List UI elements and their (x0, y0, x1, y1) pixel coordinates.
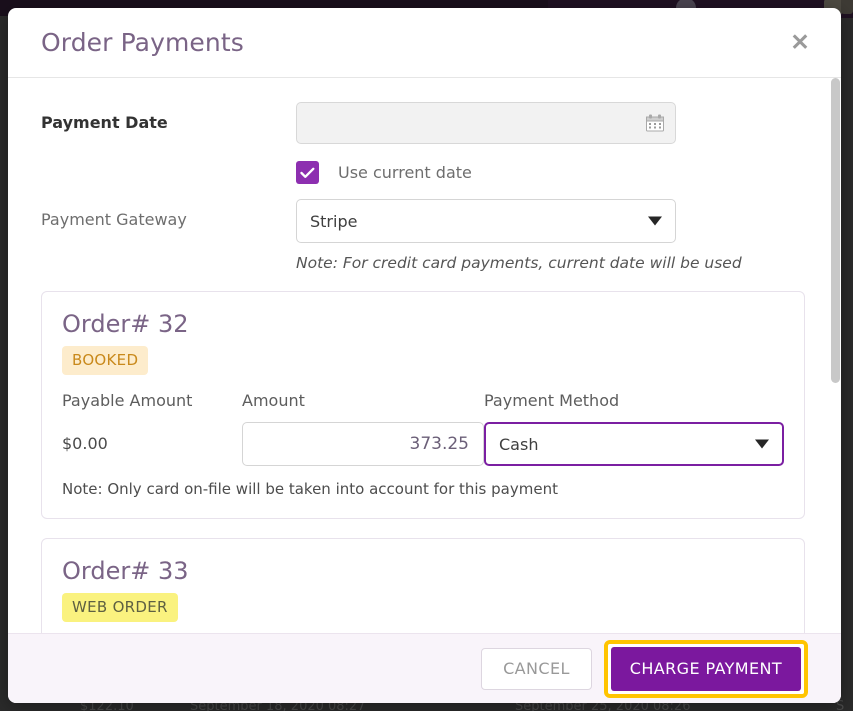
use-current-date-row: Use current date (296, 161, 676, 184)
payment-date-control: Use current date (296, 102, 676, 199)
order-card: Order# 32 BOOKED Payable Amount $0.00 Am… (41, 291, 805, 519)
charge-payment-button[interactable]: CHARGE PAYMENT (610, 646, 801, 691)
amount-column: Amount 373.25 (242, 391, 484, 466)
use-current-date-checkbox[interactable] (296, 161, 319, 184)
payment-gateway-label: Payment Gateway (41, 210, 187, 229)
order-card: Order# 33 WEB ORDER (41, 538, 805, 633)
order-payments-modal: Order Payments ✕ Payment Date Use curren… (8, 8, 841, 703)
payment-gateway-select[interactable]: Stripe (296, 199, 676, 243)
amount-value: 373.25 (409, 434, 469, 454)
use-current-date-label: Use current date (338, 163, 472, 182)
payment-date-row: Payment Date Use current date (41, 102, 805, 199)
chevron-down-icon (648, 216, 662, 226)
modal-header: Order Payments ✕ (8, 8, 841, 78)
modal-body: Payment Date Use current date Payment Ga… (8, 78, 841, 633)
status-badge: WEB ORDER (62, 593, 178, 622)
modal-body-scrollbar[interactable] (830, 78, 841, 633)
calendar-icon[interactable] (646, 114, 664, 132)
charge-payment-highlight: CHARGE PAYMENT (603, 639, 808, 698)
order-title: Order# 33 (62, 557, 189, 585)
modal-footer: CANCEL CHARGE PAYMENT (8, 633, 841, 703)
payment-method-label: Payment Method (484, 391, 620, 410)
payable-amount-column: Payable Amount $0.00 (62, 391, 242, 466)
status-badge: BOOKED (62, 346, 149, 375)
payment-method-value: Cash (499, 434, 539, 454)
order-note: Note: Only card on-file will be taken in… (62, 480, 558, 498)
payment-date-input[interactable] (296, 102, 676, 144)
amount-input[interactable]: 373.25 (242, 422, 484, 466)
payment-gateway-note: Note: For credit card payments, current … (296, 254, 742, 272)
check-icon (300, 167, 315, 178)
cancel-button[interactable]: CANCEL (481, 647, 592, 690)
payment-method-select[interactable]: Cash (484, 422, 784, 466)
payable-amount-label: Payable Amount (62, 391, 193, 410)
chevron-down-icon (755, 439, 769, 449)
payable-amount-value: $0.00 (62, 434, 108, 453)
payment-date-label: Payment Date (41, 113, 168, 132)
payment-gateway-control: Stripe Note: For credit card payments, c… (296, 199, 742, 272)
close-icon[interactable]: ✕ (785, 28, 815, 58)
amount-label: Amount (242, 391, 305, 410)
scrollbar-thumb[interactable] (831, 78, 840, 383)
order-title: Order# 32 (62, 310, 189, 338)
payment-gateway-row: Payment Gateway Stripe Note: For credit … (41, 199, 805, 272)
modal-title: Order Payments (41, 28, 244, 57)
background-icon-tertiary (841, 0, 853, 14)
order-fields-row: Payable Amount $0.00 Amount 373.25 Payme… (62, 391, 784, 466)
payment-gateway-value: Stripe (310, 211, 358, 231)
payment-method-column: Payment Method Cash (484, 391, 784, 466)
